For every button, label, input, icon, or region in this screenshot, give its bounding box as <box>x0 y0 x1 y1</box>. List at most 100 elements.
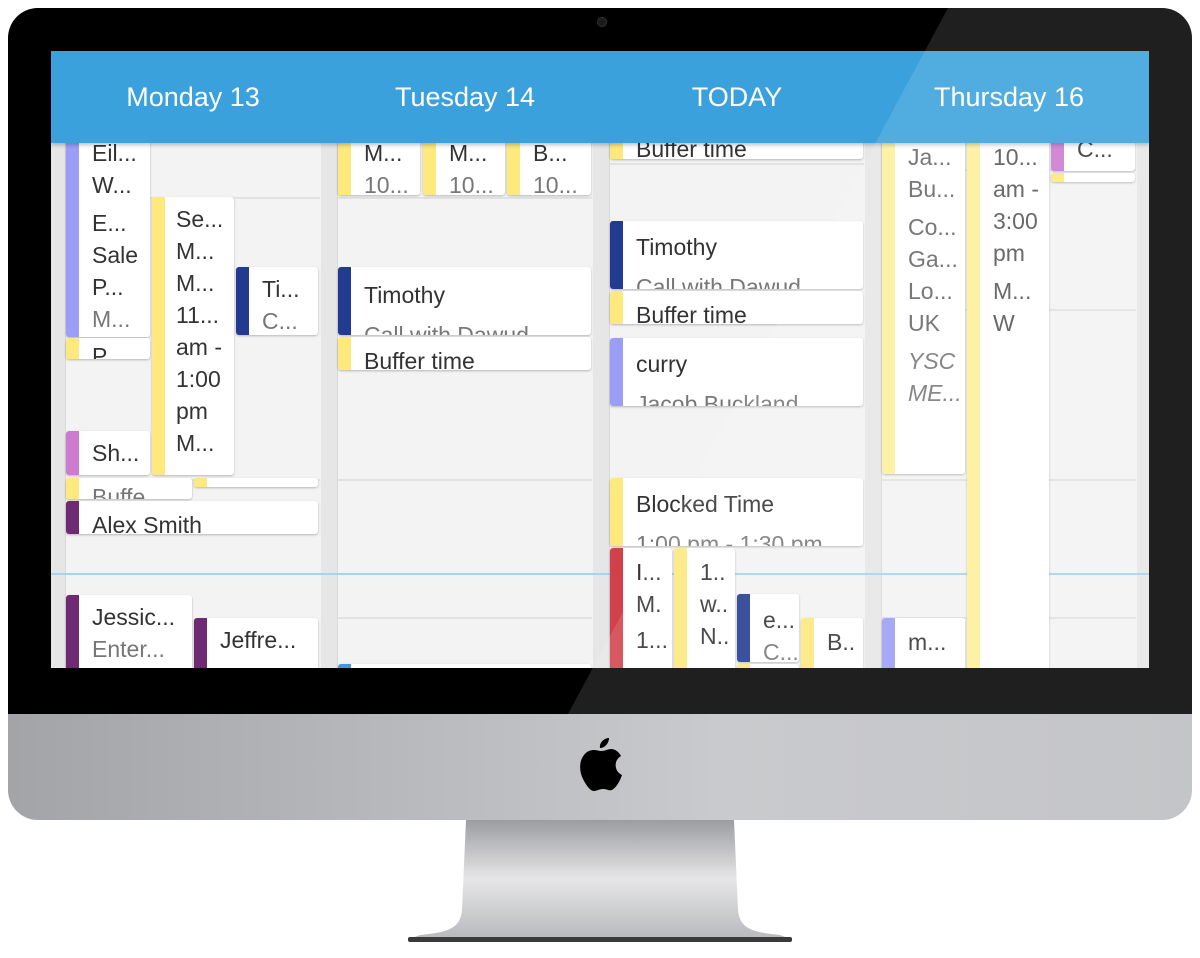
event-detail: C... <box>763 639 799 662</box>
event-color-bar <box>801 618 814 668</box>
event-card[interactable]: Ti... C... <box>236 267 318 335</box>
event-card[interactable]: Blocked Time 1:00 pm - 1:30 pm <box>610 478 863 546</box>
event-detail: Ga... <box>908 246 958 272</box>
event-detail: P... <box>92 274 124 300</box>
event-title: Ti... <box>262 276 300 302</box>
event-detail: M... <box>176 238 215 264</box>
event-card[interactable]: Timothy Call with Dawud <box>610 221 863 289</box>
event-color-bar <box>507 137 520 195</box>
event-title: 1.. <box>700 559 726 585</box>
event-time: 1:00 pm - 1:30 pm <box>636 531 823 546</box>
event-color-bar <box>194 478 207 487</box>
monitor-stand <box>408 820 792 942</box>
event-card[interactable]: 1.. w.. N.. <box>674 548 735 668</box>
event-card[interactable]: Jeffre... <box>194 618 318 668</box>
event-title: Timothy <box>364 282 445 308</box>
event-color-bar <box>610 221 623 289</box>
event-card[interactable]: B... 10... <box>507 137 591 195</box>
event-title: Sh... <box>92 440 140 466</box>
event-card[interactable]: Sh... <box>66 431 150 475</box>
event-time: pm <box>176 398 208 424</box>
event-detail: Call with Dawud <box>636 274 801 289</box>
event-card[interactable]: m... <box>882 618 965 668</box>
event-card[interactable]: Alex Smith <box>66 501 318 534</box>
event-detail: M... <box>176 270 215 296</box>
event-color-bar <box>338 137 351 195</box>
event-detail: Enter... <box>92 636 165 662</box>
event-detail: M. <box>636 591 662 617</box>
event-title: Buffer time <box>364 348 475 370</box>
gutter <box>1137 143 1149 668</box>
event-title: Jeffre... <box>220 627 297 653</box>
event-detail: M... <box>993 278 1032 304</box>
event-color-bar <box>338 337 351 370</box>
event-title: Buffe... <box>92 484 165 499</box>
event-color-bar <box>610 478 623 546</box>
event-time: 10... <box>449 172 494 195</box>
hour-line <box>610 163 864 165</box>
event-title: Ja... <box>908 144 952 170</box>
day-header-thursday[interactable]: Thursday 16 <box>873 51 1145 143</box>
column-tuesday[interactable] <box>337 143 594 668</box>
event-card[interactable]: P... <box>66 338 150 359</box>
event-time: 10... <box>364 172 409 195</box>
event-detail: W <box>993 310 1015 336</box>
event-card[interactable] <box>194 478 318 487</box>
event-card[interactable] <box>1051 173 1135 182</box>
day-header: Monday 13 Tuesday 14 TODAY Thursday 16 <box>51 51 1149 143</box>
event-color-bar <box>610 338 623 406</box>
event-card[interactable]: M... 10... <box>338 137 420 195</box>
day-header-tuesday[interactable]: Tuesday 14 <box>329 51 601 143</box>
event-detail: M... <box>92 306 131 332</box>
event-card[interactable]: e... C... <box>737 594 799 662</box>
event-color-bar <box>674 548 687 668</box>
event-card[interactable]: Buffer time <box>610 291 863 324</box>
event-card[interactable]: Buffer time <box>338 337 591 370</box>
event-card[interactable] <box>737 664 799 668</box>
day-header-today[interactable]: TODAY <box>601 51 873 143</box>
event-color-bar <box>882 137 895 474</box>
event-title: Jessic... <box>92 604 176 630</box>
event-detail: w.. <box>700 591 729 617</box>
event-card[interactable]: Se... M... M... 11... am - 1:00 pm M... <box>152 197 234 475</box>
event-color-bar <box>423 137 436 195</box>
event-color-bar <box>152 197 165 475</box>
event-card[interactable]: Eil... W... E... Sale P... M... <box>66 137 150 337</box>
event-detail: Bu... <box>908 176 956 202</box>
event-card[interactable]: M... 10... <box>423 137 505 195</box>
event-color-bar <box>338 664 351 668</box>
gutter <box>51 143 65 668</box>
event-card[interactable]: Jessic... Enter... <box>66 595 192 668</box>
event-color-bar <box>967 137 980 668</box>
event-time: 1... <box>636 627 668 653</box>
event-detail: Co... <box>908 214 957 240</box>
event-title: curry <box>636 351 688 377</box>
event-title: e... <box>763 607 795 633</box>
event-detail: Jacob Buckland <box>636 391 799 406</box>
event-detail: UK <box>908 310 940 336</box>
event-card[interactable]: Buffe... <box>66 478 192 499</box>
hour-line <box>338 479 592 481</box>
event-title: Alex Smith <box>92 512 202 534</box>
event-color-bar <box>610 291 623 324</box>
event-card[interactable]: Timothy Call with Dawud <box>338 267 591 335</box>
event-title: m... <box>908 629 947 655</box>
event-detail: ME... <box>908 380 962 406</box>
event-time: pm <box>993 240 1025 266</box>
event-title: Se... <box>176 206 224 232</box>
event-color-bar <box>66 595 79 668</box>
event-title: Timothy <box>636 234 717 260</box>
event-card[interactable] <box>338 664 591 668</box>
day-header-monday[interactable]: Monday 13 <box>57 51 329 143</box>
event-card[interactable]: B.. <box>801 618 863 668</box>
event-color-bar <box>66 137 79 337</box>
event-color-bar <box>194 618 207 668</box>
event-title: I... <box>636 559 662 585</box>
event-title: Blocked Time <box>636 491 775 517</box>
event-detail: Sale <box>92 242 139 268</box>
event-time: am - <box>993 176 1039 202</box>
event-card[interactable]: curry Jacob Buckland <box>610 338 863 406</box>
event-card[interactable]: 10... am - 3:00 pm M... W <box>967 137 1049 668</box>
event-card[interactable]: Ja... Bu... Co... Ga... Lo... UK YSC ME.… <box>882 137 965 474</box>
event-card[interactable]: I... M. 1... <box>610 548 672 668</box>
